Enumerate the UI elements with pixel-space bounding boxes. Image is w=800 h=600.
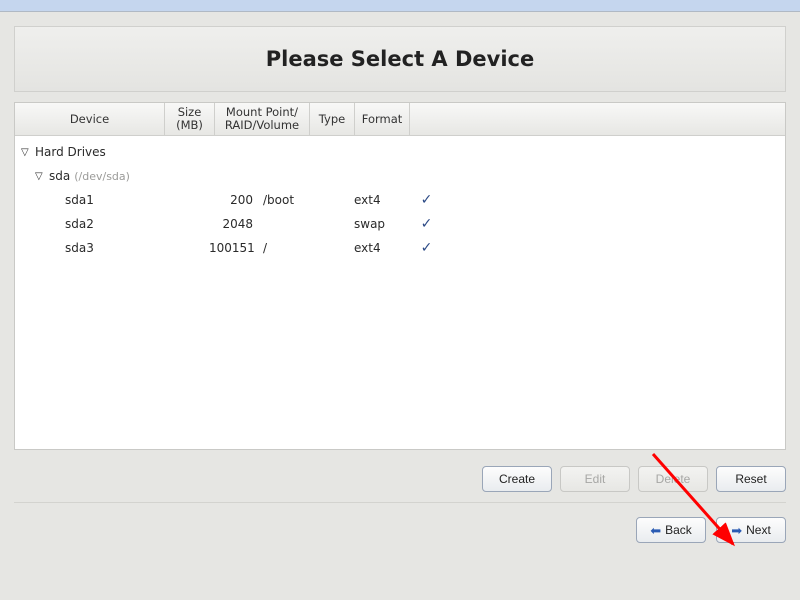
- title-bar: Please Select A Device: [14, 26, 786, 92]
- partition-row[interactable]: sda2 2048 swap ✓: [15, 212, 785, 236]
- expander-icon[interactable]: ▽: [35, 171, 47, 182]
- check-icon: ✓: [421, 192, 433, 208]
- next-label: Next: [746, 523, 771, 537]
- edit-button: Edit: [560, 466, 630, 492]
- part-size: 100151: [209, 241, 259, 255]
- table-header: Device Size (MB) Mount Point/ RAID/Volum…: [15, 103, 785, 136]
- back-label: Back: [665, 523, 692, 537]
- part-name: sda2: [65, 217, 94, 231]
- part-name: sda3: [65, 241, 94, 255]
- disk-path: (/dev/sda): [74, 170, 130, 183]
- back-button[interactable]: ⬅ Back: [636, 517, 706, 543]
- root-label: Hard Drives: [35, 145, 106, 159]
- part-size: 200: [209, 193, 259, 207]
- nav-buttons: ⬅ Back ➡ Next: [14, 517, 786, 543]
- part-size: 2048: [209, 217, 259, 231]
- arrow-left-icon: ⬅: [650, 524, 661, 537]
- part-name: sda1: [65, 193, 94, 207]
- tree-disk[interactable]: ▽ sda (/dev/sda): [15, 164, 785, 188]
- arrow-right-icon: ➡: [731, 524, 742, 537]
- part-type: swap: [354, 217, 399, 231]
- next-button[interactable]: ➡ Next: [716, 517, 786, 543]
- col-type[interactable]: Type: [310, 103, 355, 135]
- part-mount: /: [259, 241, 354, 255]
- disk-name: sda: [49, 169, 70, 183]
- part-mount: /boot: [259, 193, 354, 207]
- window-topstrip: [0, 0, 800, 12]
- partition-table: Device Size (MB) Mount Point/ RAID/Volum…: [14, 102, 786, 450]
- part-type: ext4: [354, 193, 399, 207]
- col-spacer: [410, 103, 785, 135]
- installer-page: Please Select A Device Device Size (MB) …: [0, 26, 800, 543]
- check-icon: ✓: [421, 240, 433, 256]
- reset-button[interactable]: Reset: [716, 466, 786, 492]
- col-device[interactable]: Device: [15, 103, 165, 135]
- col-mount[interactable]: Mount Point/ RAID/Volume: [215, 103, 310, 135]
- col-format[interactable]: Format: [355, 103, 410, 135]
- partition-row[interactable]: sda3 100151 / ext4 ✓: [15, 236, 785, 260]
- part-type: ext4: [354, 241, 399, 255]
- tree-root[interactable]: ▽ Hard Drives: [15, 140, 785, 164]
- col-size[interactable]: Size (MB): [165, 103, 215, 135]
- partition-row[interactable]: sda1 200 /boot ext4 ✓: [15, 188, 785, 212]
- check-icon: ✓: [421, 216, 433, 232]
- expander-icon[interactable]: ▽: [21, 147, 33, 158]
- action-buttons: Create Edit Delete Reset: [14, 460, 786, 503]
- delete-button: Delete: [638, 466, 708, 492]
- table-body: ▽ Hard Drives ▽ sda (/dev/sda) sda1 200 …: [15, 136, 785, 449]
- page-title: Please Select A Device: [266, 47, 534, 71]
- create-button[interactable]: Create: [482, 466, 552, 492]
